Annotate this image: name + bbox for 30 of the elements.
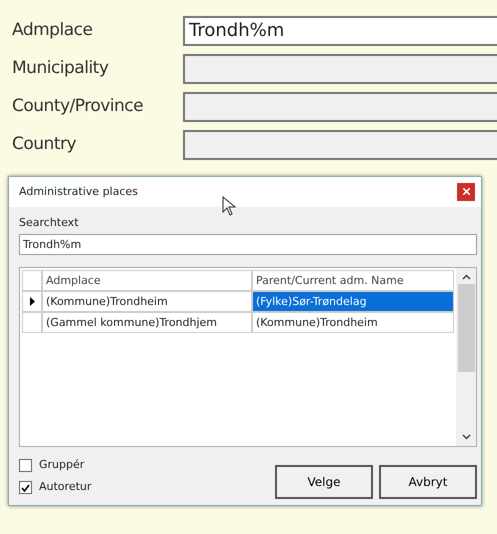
search-label: Searchtext (19, 215, 80, 231)
checkbox[interactable] (19, 481, 32, 494)
scroll-down-icon[interactable] (462, 434, 470, 440)
checkbox-label: Gruppér (39, 457, 84, 474)
dialog-title: Administrative places (19, 184, 138, 200)
field-label: Country (12, 133, 78, 156)
table-cell[interactable]: (Gammel kommune)Trondhjem (42, 312, 252, 332)
close-icon[interactable] (462, 188, 470, 196)
field-label: Admplace (12, 19, 94, 42)
scroll-thumb[interactable] (458, 284, 474, 372)
input-field[interactable]: Trondh%m (183, 16, 497, 46)
search-field[interactable]: Trondh%m (19, 234, 477, 254)
table-cell[interactable]: (Kommune)Trondheim (252, 312, 454, 332)
table-cell[interactable]: (Kommune)Trondheim (42, 290, 252, 312)
row-header-cell[interactable] (22, 290, 42, 312)
row-pointer-icon (30, 296, 34, 306)
scrollbar[interactable] (456, 268, 476, 446)
field-label: Municipality (12, 57, 110, 80)
column-header[interactable]: Admplace (42, 270, 252, 290)
row-header-cell[interactable] (22, 312, 42, 332)
column-header[interactable]: Parent/Current adm. Name (252, 270, 454, 290)
table-cell[interactable]: (Fylke)Sør-Trøndelag (252, 290, 454, 312)
dialog-button[interactable]: Avbryt (379, 464, 477, 498)
dialog-button[interactable]: Velge (275, 464, 373, 498)
row-header-cell (22, 270, 42, 290)
field-label: County/Province (12, 95, 144, 118)
checkbox[interactable] (19, 459, 32, 472)
close-button[interactable] (457, 183, 475, 201)
checkbox-label: Autoretur (39, 479, 92, 496)
scroll-up-icon[interactable] (462, 274, 470, 280)
